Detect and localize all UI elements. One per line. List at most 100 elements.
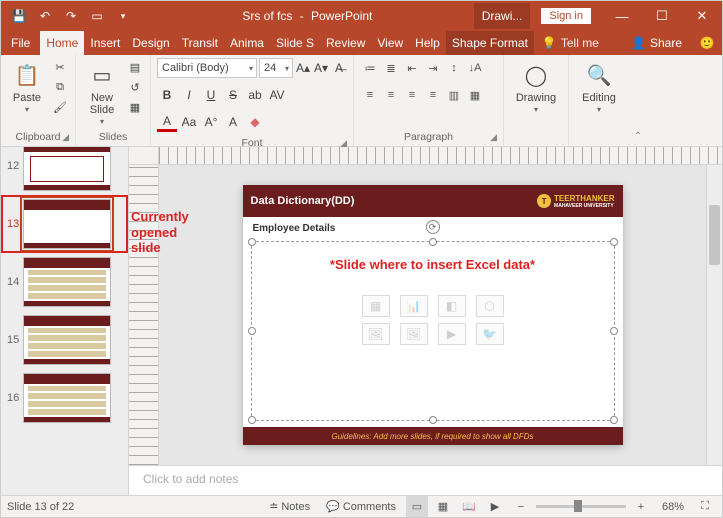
- smartart-button[interactable]: ▦: [465, 85, 485, 105]
- slide-thumbnail[interactable]: [23, 147, 111, 191]
- insert-online-picture-icon[interactable]: 🖼: [400, 323, 428, 345]
- eraser-icon[interactable]: ◆: [245, 112, 265, 132]
- slide-counter[interactable]: Slide 13 of 22: [7, 501, 74, 513]
- reading-view-button[interactable]: 📖: [458, 496, 480, 517]
- start-from-beginning-icon[interactable]: ▭: [85, 4, 109, 28]
- format-painter-button[interactable]: 🖌: [51, 98, 69, 116]
- zoom-in-button[interactable]: +: [630, 501, 652, 513]
- undo-icon[interactable]: ↶: [33, 4, 57, 28]
- resize-handle[interactable]: [248, 416, 256, 424]
- slide[interactable]: Data Dictionary(DD) T TEERTHANKER MAHAVE…: [243, 185, 623, 445]
- insert-icon-icon[interactable]: 🐦: [476, 323, 504, 345]
- font-effect-button[interactable]: A: [223, 112, 243, 132]
- tab-animations[interactable]: Anima: [224, 31, 270, 55]
- vertical-scrollbar[interactable]: [706, 165, 722, 465]
- tab-shape-format[interactable]: Shape Format: [446, 31, 534, 55]
- italic-button[interactable]: I: [179, 85, 199, 105]
- fit-to-window-button[interactable]: ⛶: [694, 500, 716, 513]
- shadow-button[interactable]: ab: [245, 85, 265, 105]
- new-slide-button[interactable]: ▭ New Slide ▾: [82, 58, 122, 126]
- resize-handle[interactable]: [248, 238, 256, 246]
- zoom-percent[interactable]: 68%: [656, 501, 690, 513]
- thumbnail-row[interactable]: 13: [1, 195, 128, 253]
- tab-design[interactable]: Design: [126, 31, 175, 55]
- section-button[interactable]: ▦: [126, 98, 144, 116]
- slide-thumbnail[interactable]: [23, 315, 111, 365]
- thumbnail-row[interactable]: 15: [1, 311, 128, 369]
- justify-button[interactable]: ≡: [423, 85, 443, 105]
- resize-handle[interactable]: [610, 238, 618, 246]
- feedback-smiley-icon[interactable]: 🙂: [692, 31, 722, 55]
- tab-transitions[interactable]: Transit: [176, 31, 224, 55]
- insert-3d-icon[interactable]: ⬡: [476, 295, 504, 317]
- qat-customize-icon[interactable]: ▾: [111, 4, 135, 28]
- rotate-handle-icon[interactable]: ⟳: [426, 220, 440, 234]
- tab-slideshow[interactable]: Slide S: [270, 31, 320, 55]
- normal-view-button[interactable]: ▭: [406, 496, 428, 517]
- copy-button[interactable]: ⧉: [51, 78, 69, 96]
- strikethrough-button[interactable]: S: [223, 85, 243, 105]
- text-direction-button[interactable]: ↓A: [465, 58, 485, 78]
- zoom-out-button[interactable]: −: [510, 501, 532, 513]
- increase-indent-button[interactable]: ⇥: [423, 58, 443, 78]
- notes-pane[interactable]: Click to add notes: [129, 465, 722, 495]
- tell-me-search[interactable]: 💡 Tell me: [534, 31, 607, 55]
- horizontal-ruler[interactable]: [129, 147, 722, 165]
- sign-in-button[interactable]: Sign in: [540, 7, 592, 25]
- insert-chart-icon[interactable]: 📊: [400, 295, 428, 317]
- comments-toggle[interactable]: 💬Comments: [320, 496, 402, 517]
- align-left-button[interactable]: ≡: [360, 85, 380, 105]
- save-icon[interactable]: 💾: [7, 4, 31, 28]
- thumbnail-row[interactable]: 12: [1, 147, 128, 195]
- notes-toggle[interactable]: ≐Notes: [263, 496, 316, 517]
- clear-formatting-icon[interactable]: A̶: [331, 58, 347, 78]
- thumbnail-row[interactable]: 16: [1, 369, 128, 427]
- resize-handle[interactable]: [610, 416, 618, 424]
- resize-handle[interactable]: [429, 416, 437, 424]
- bullets-button[interactable]: ≔: [360, 58, 380, 78]
- minimize-button[interactable]: —: [602, 1, 642, 31]
- bold-button[interactable]: B: [157, 85, 177, 105]
- insert-picture-icon[interactable]: 🖼: [362, 323, 390, 345]
- slide-sorter-button[interactable]: ▦: [432, 496, 454, 517]
- drawing-button[interactable]: ◯ Drawing ▾: [510, 58, 562, 114]
- slide-thumbnail[interactable]: [23, 257, 111, 307]
- thumbnail-row[interactable]: 14: [1, 253, 128, 311]
- highlight-button[interactable]: A°: [201, 112, 221, 132]
- cut-button[interactable]: ✂: [51, 58, 69, 76]
- align-right-button[interactable]: ≡: [402, 85, 422, 105]
- slide-thumbnails-panel[interactable]: 12 13 14 15 16: [1, 147, 129, 495]
- align-center-button[interactable]: ≡: [381, 85, 401, 105]
- underline-button[interactable]: U: [201, 85, 221, 105]
- insert-smartart-icon[interactable]: ◧: [438, 295, 466, 317]
- font-color-button[interactable]: A: [157, 112, 177, 132]
- slide-thumbnail[interactable]: [23, 373, 111, 423]
- decrease-indent-button[interactable]: ⇤: [402, 58, 422, 78]
- zoom-slider[interactable]: [536, 505, 626, 508]
- char-spacing-button[interactable]: AV: [267, 85, 287, 105]
- slide-canvas[interactable]: Data Dictionary(DD) T TEERTHANKER MAHAVE…: [159, 165, 706, 465]
- reset-button[interactable]: ↺: [126, 78, 144, 96]
- editing-button[interactable]: 🔍 Editing ▾: [575, 58, 623, 114]
- close-button[interactable]: ✕: [682, 1, 722, 31]
- line-spacing-button[interactable]: ↕: [444, 58, 464, 78]
- maximize-button[interactable]: ☐: [642, 1, 682, 31]
- dialog-launcher-icon[interactable]: ◢: [62, 132, 69, 143]
- insert-table-icon[interactable]: ▦: [362, 295, 390, 317]
- layout-button[interactable]: ▤: [126, 58, 144, 76]
- tab-view[interactable]: View: [371, 31, 409, 55]
- resize-handle[interactable]: [429, 238, 437, 246]
- collapse-ribbon-icon[interactable]: ⌃: [634, 131, 642, 142]
- redo-icon[interactable]: ↷: [59, 4, 83, 28]
- scrollbar-thumb[interactable]: [709, 205, 720, 265]
- numbering-button[interactable]: ≣: [381, 58, 401, 78]
- decrease-font-icon[interactable]: A▾: [313, 58, 329, 78]
- insert-video-icon[interactable]: ▶: [438, 323, 466, 345]
- tab-file[interactable]: File: [1, 31, 40, 55]
- vertical-ruler[interactable]: [129, 165, 159, 465]
- tab-insert[interactable]: Insert: [84, 31, 126, 55]
- tab-home[interactable]: Home: [40, 31, 84, 55]
- paste-button[interactable]: 📋 Paste ▾: [7, 58, 47, 114]
- font-name-select[interactable]: Calibri (Body)▾: [157, 58, 257, 78]
- slideshow-button[interactable]: ▶: [484, 496, 506, 517]
